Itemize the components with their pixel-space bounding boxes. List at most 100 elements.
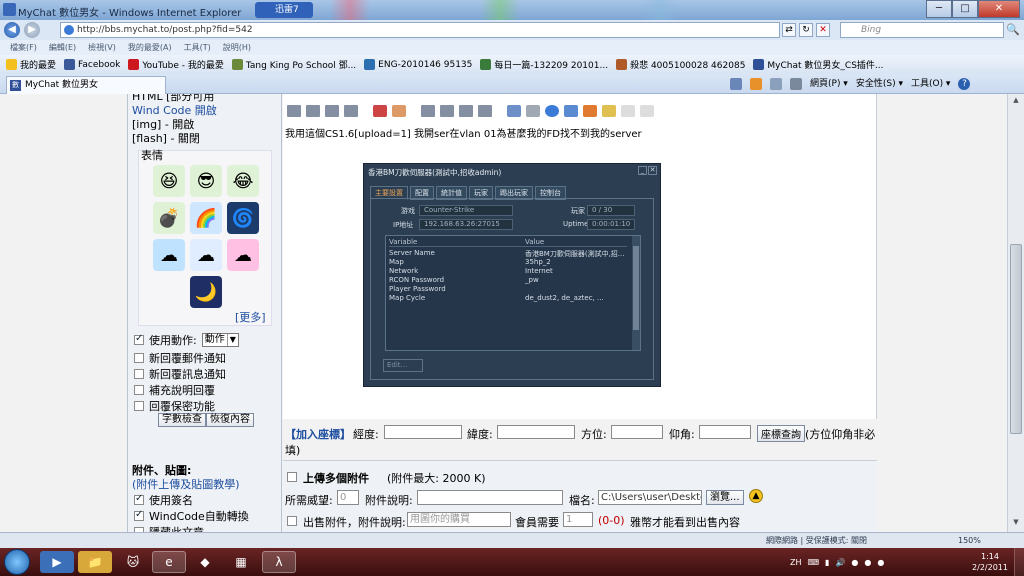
tools-menu[interactable]: 工具(O) ▾ bbox=[911, 77, 951, 91]
coordinate-query-button[interactable]: 座標查詢 bbox=[757, 425, 805, 442]
background-color-icon[interactable] bbox=[392, 105, 406, 117]
minimize-button[interactable]: ─ bbox=[926, 0, 952, 18]
reply-message-checkbox[interactable] bbox=[134, 369, 144, 379]
emoticon-icon[interactable]: 🌀 bbox=[227, 202, 259, 234]
back-button[interactable]: ◀ bbox=[4, 22, 20, 38]
restore-content-button[interactable]: 恢復內容 bbox=[206, 413, 254, 427]
emoticon-icon[interactable]: ☁ bbox=[153, 239, 185, 271]
insert-media-icon[interactable] bbox=[640, 105, 654, 117]
justify-icon[interactable] bbox=[344, 105, 358, 117]
add-coordinates-link[interactable]: 【加入座標】 bbox=[285, 426, 351, 442]
emoticon-icon[interactable]: 💣 bbox=[153, 202, 185, 234]
longitude-input[interactable] bbox=[384, 425, 462, 439]
link-icon[interactable] bbox=[507, 105, 521, 117]
member-requirement-input[interactable]: 1 bbox=[563, 512, 593, 527]
menu-help[interactable]: 說明(H) bbox=[223, 40, 251, 55]
text-color-icon[interactable] bbox=[373, 105, 387, 117]
windcode-convert-checkbox[interactable] bbox=[134, 509, 144, 521]
emoticon-icon[interactable]: 😆 bbox=[153, 165, 185, 197]
scrollbar-thumb[interactable] bbox=[1010, 244, 1022, 434]
sell-attachment-checkbox[interactable] bbox=[287, 516, 297, 526]
ordered-list-icon[interactable] bbox=[421, 105, 435, 117]
network-icon[interactable]: ▮ bbox=[825, 558, 829, 567]
xunlei-notification[interactable]: 迅雷7 bbox=[255, 2, 313, 18]
language-indicator[interactable]: ZH bbox=[790, 558, 802, 567]
menu-tools[interactable]: 工具(T) bbox=[184, 40, 211, 55]
mail-icon[interactable] bbox=[770, 78, 782, 90]
bearing-input[interactable] bbox=[611, 425, 663, 439]
url-field[interactable]: http://bbs.mychat.to/post.php?fid=542 bbox=[60, 22, 780, 38]
align-right-icon[interactable] bbox=[325, 105, 339, 117]
tray-app-icon[interactable]: ● bbox=[864, 558, 871, 567]
compatibility-view-icon[interactable]: ⇄ bbox=[782, 23, 796, 37]
emoticon-icon[interactable]: ☁ bbox=[190, 239, 222, 271]
messenger-icon[interactable]: 🐱 bbox=[116, 551, 150, 573]
app-icon[interactable]: ▦ bbox=[224, 551, 258, 573]
app-icon[interactable]: ◆ bbox=[188, 551, 222, 573]
explorer-icon[interactable]: 📁 bbox=[78, 551, 112, 573]
attachment-tutorial-link[interactable]: (附件上傳及貼圖教學) bbox=[132, 476, 240, 492]
menu-file[interactable]: 檔案(F) bbox=[10, 40, 37, 55]
favorite-daily[interactable]: 每日一篇-132209 20101... bbox=[480, 58, 608, 71]
info-icon[interactable] bbox=[545, 105, 559, 117]
menu-edit[interactable]: 編輯(E) bbox=[49, 40, 76, 55]
unordered-list-icon[interactable] bbox=[440, 105, 454, 117]
insert-flash-icon[interactable] bbox=[602, 105, 616, 117]
emoticon-icon[interactable]: 😂 bbox=[227, 165, 259, 197]
action-select[interactable]: 動作 ▼ bbox=[201, 333, 239, 347]
menu-view[interactable]: 檢視(V) bbox=[88, 40, 116, 55]
browse-button[interactable]: 瀏覽... bbox=[706, 490, 744, 505]
outdent-icon[interactable] bbox=[459, 105, 473, 117]
scroll-down-icon[interactable]: ▼ bbox=[1010, 518, 1022, 530]
rss-icon[interactable] bbox=[750, 78, 762, 90]
indent-icon[interactable] bbox=[478, 105, 492, 117]
keyboard-icon[interactable]: ⌨ bbox=[808, 558, 820, 567]
filename-input[interactable]: C:\Users\user\Desktop\c bbox=[598, 490, 702, 505]
print-icon[interactable] bbox=[790, 78, 802, 90]
volume-icon[interactable]: 🔊 bbox=[835, 558, 845, 567]
page-menu[interactable]: 網頁(P) ▾ bbox=[810, 77, 848, 91]
page-scrollbar[interactable]: ▲ ▼ bbox=[1007, 94, 1024, 532]
reply-secret-checkbox[interactable] bbox=[134, 401, 144, 411]
latitude-input[interactable] bbox=[497, 425, 575, 439]
tab-mychat[interactable]: 數 MyChat 數位男女 bbox=[6, 76, 166, 94]
menu-favorites[interactable]: 我的最愛(A) bbox=[128, 40, 172, 55]
help-icon[interactable]: ? bbox=[958, 78, 971, 90]
favorites-button[interactable]: 我的最愛 bbox=[6, 58, 56, 71]
align-center-icon[interactable] bbox=[306, 105, 320, 117]
emoticon-icon[interactable]: 🌈 bbox=[190, 202, 222, 234]
favorite-mychat[interactable]: MyChat 數位男女_CS插件... bbox=[753, 58, 884, 71]
insert-table-icon[interactable] bbox=[621, 105, 635, 117]
emoticon-icon[interactable]: ☁ bbox=[227, 239, 259, 271]
elevation-input[interactable] bbox=[699, 425, 751, 439]
media-player-icon[interactable]: ▶ bbox=[40, 551, 74, 573]
unlink-icon[interactable] bbox=[526, 105, 540, 117]
more-emoticons-link[interactable]: [更多] bbox=[235, 309, 266, 325]
upload-arrow-icon[interactable]: ▲ bbox=[749, 489, 763, 503]
close-button[interactable]: ✕ bbox=[978, 0, 1020, 18]
multi-attachment-checkbox[interactable] bbox=[287, 472, 297, 482]
favorite-youtube[interactable]: YouTube - 我的最愛 bbox=[128, 58, 224, 71]
supplement-reply-checkbox[interactable] bbox=[134, 385, 144, 395]
start-button[interactable] bbox=[4, 549, 30, 575]
attachment-description-input[interactable] bbox=[417, 490, 563, 505]
internet-explorer-icon[interactable]: e bbox=[152, 551, 186, 573]
favorite-school[interactable]: Tang King Po School 鄧... bbox=[231, 58, 356, 71]
forward-button[interactable]: ▶ bbox=[24, 22, 40, 38]
tray-app-icon[interactable]: ● bbox=[877, 558, 884, 567]
align-left-icon[interactable] bbox=[287, 105, 301, 117]
favorite-facebook[interactable]: Facebook bbox=[64, 59, 120, 70]
search-icon[interactable]: 🔍 bbox=[1005, 23, 1021, 37]
clock[interactable]: 1:14 2/2/2011 bbox=[968, 551, 1012, 573]
favorite-eng[interactable]: ENG-2010146 95135 bbox=[364, 59, 472, 70]
maximize-button[interactable]: □ bbox=[952, 0, 978, 18]
edit-icon[interactable] bbox=[564, 105, 578, 117]
word-count-button[interactable]: 字數檢查 bbox=[158, 413, 206, 427]
refresh-icon[interactable]: ↻ bbox=[799, 23, 813, 37]
home-icon[interactable] bbox=[730, 78, 742, 90]
zoom-level[interactable]: 150% bbox=[958, 533, 981, 548]
safety-menu[interactable]: 安全性(S) ▾ bbox=[856, 77, 903, 91]
required-prestige-input[interactable]: 0 bbox=[337, 490, 359, 505]
show-desktop-button[interactable] bbox=[1014, 548, 1024, 576]
scroll-up-icon[interactable]: ▲ bbox=[1010, 96, 1022, 108]
